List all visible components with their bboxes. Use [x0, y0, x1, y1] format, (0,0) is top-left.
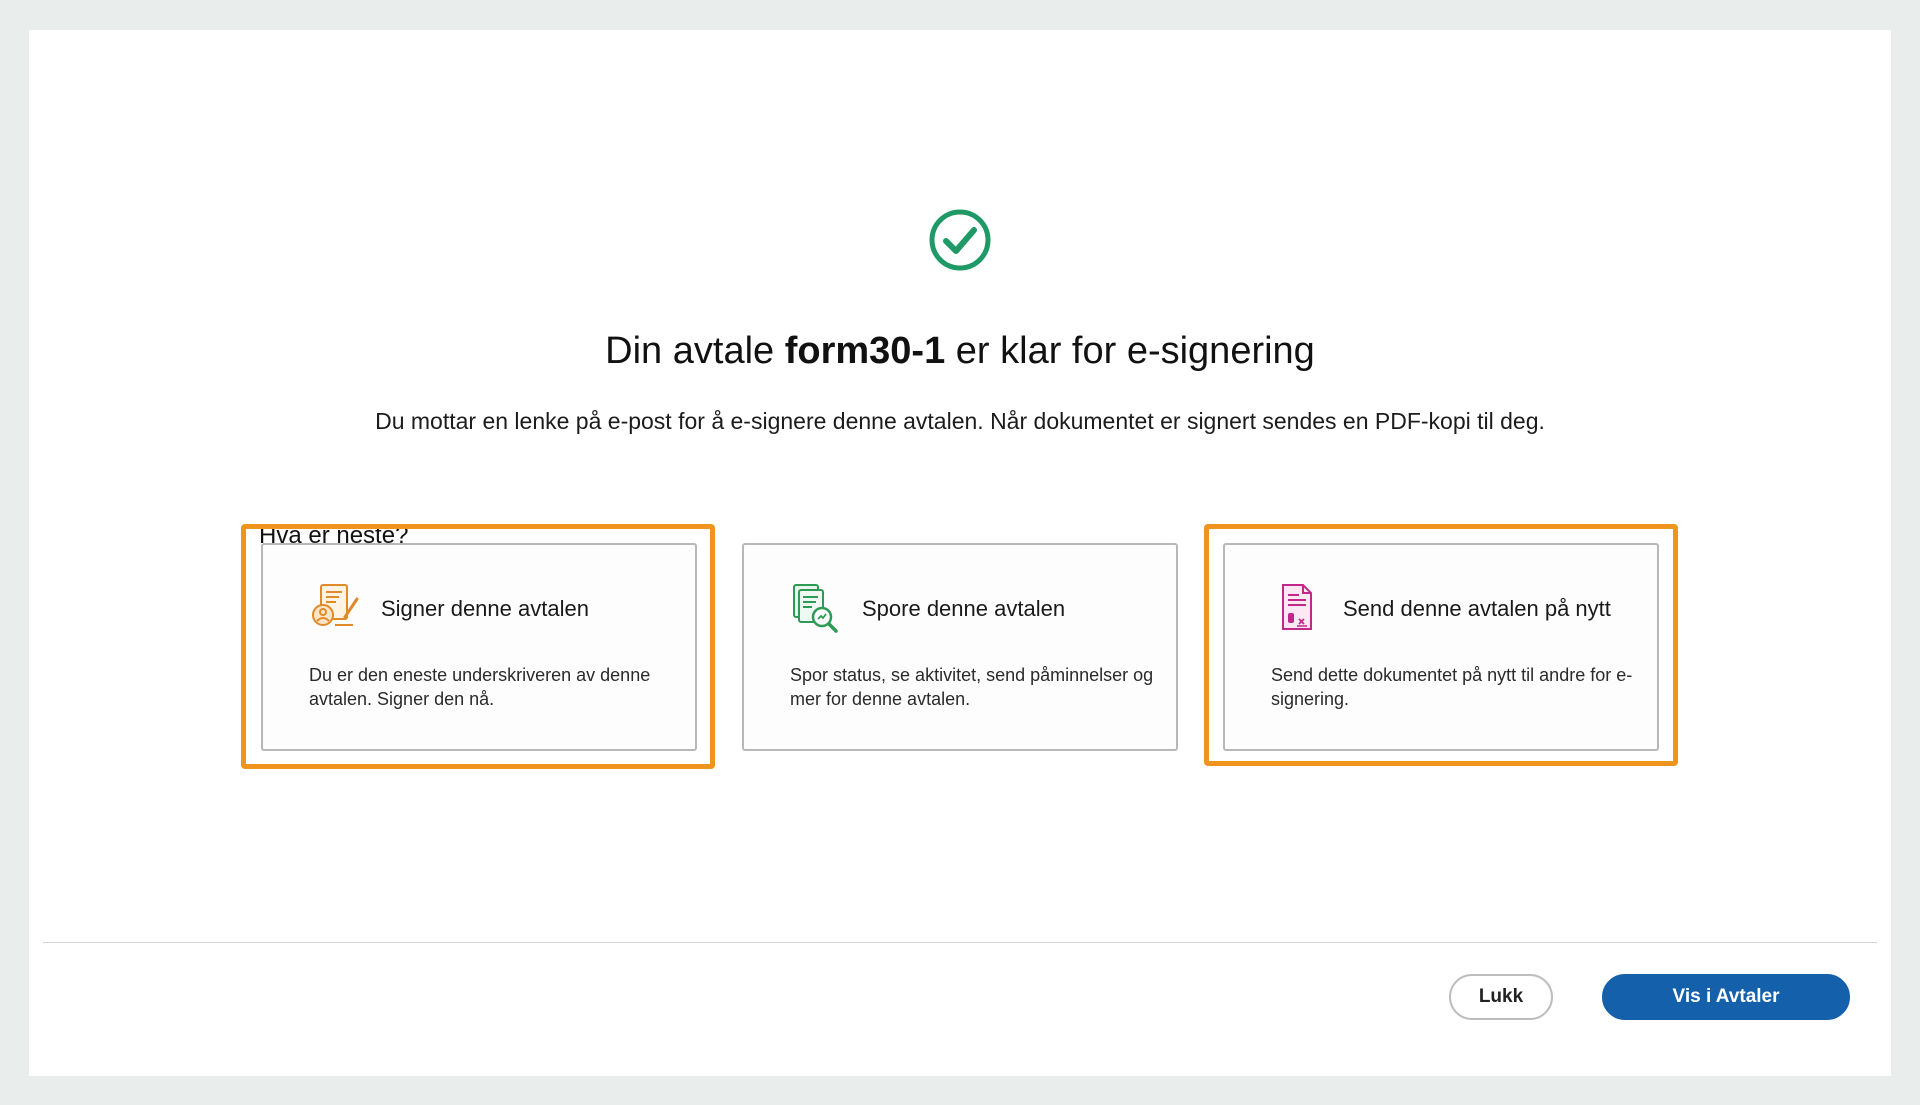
resend-agreement-title: Send denne avtalen på nytt [1343, 596, 1611, 621]
dialog-page: Din avtale form30-1 er klar for e-signer… [29, 30, 1891, 1076]
view-in-agreements-button[interactable]: Vis i Avtaler [1602, 974, 1850, 1020]
sign-agreement-card[interactable]: Signer denne avtalen Du er den eneste un… [261, 543, 697, 751]
title-prefix: Din avtale [605, 330, 775, 372]
title-suffix: er klar for e-signering [955, 330, 1315, 372]
sign-agreement-title: Signer denne avtalen [381, 596, 589, 621]
footer-divider [43, 942, 1877, 943]
resend-agreement-card[interactable]: Send denne avtalen på nytt Send dette do… [1223, 543, 1659, 751]
resend-agreement-description: Send dette dokumentet på nytt til andre … [1271, 665, 1633, 709]
page-title: Din avtale form30-1 er klar for e-signer… [29, 328, 1891, 374]
track-document-icon [793, 584, 838, 633]
sign-agreement-description: Du er den eneste underskriveren av denne… [309, 665, 651, 709]
sign-document-icon [312, 584, 359, 626]
track-agreement-description: Spor status, se aktivitet, send påminnel… [790, 665, 1154, 709]
track-agreement-title: Spore denne avtalen [862, 596, 1066, 621]
agreement-name: form30-1 [784, 330, 946, 372]
close-button[interactable]: Lukk [1449, 974, 1553, 1020]
track-agreement-card[interactable]: Spore denne avtalen Spor status, se akti… [742, 543, 1178, 751]
page-subtitle: Du mottar en lenke på e-post for å e-sig… [375, 408, 1545, 434]
success-check-icon [929, 209, 991, 271]
resend-document-icon [1282, 584, 1312, 630]
